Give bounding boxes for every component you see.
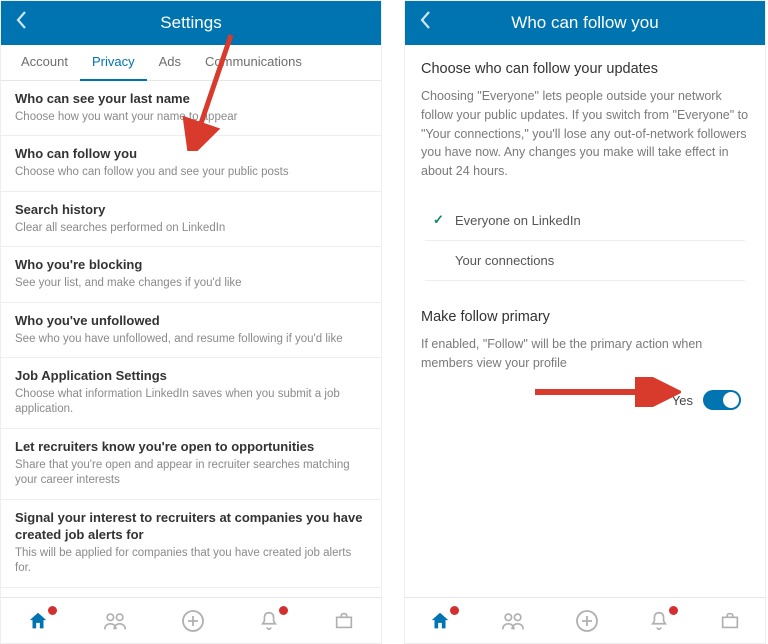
toggle-knob xyxy=(723,392,739,408)
follow-options: ✓ Everyone on LinkedIn ✓ Your connection… xyxy=(425,201,745,281)
detail-title: Who can follow you xyxy=(405,13,765,33)
setting-item-job-app[interactable]: Job Application Settings Choose what inf… xyxy=(1,358,381,429)
settings-title: Settings xyxy=(1,13,381,33)
setting-item-last-name[interactable]: Who can see your last name Choose how yo… xyxy=(1,81,381,136)
setting-desc: Choose who can follow you and see your p… xyxy=(15,165,367,181)
settings-screen: Settings Account Privacy Ads Communicati… xyxy=(0,0,382,644)
setting-desc: Choose what information LinkedIn saves w… xyxy=(15,387,367,418)
follow-primary-toggle[interactable] xyxy=(703,390,741,410)
setting-item-share-on-apply[interactable]: Sharing your profile when you click appl… xyxy=(1,588,381,597)
setting-item-blocking[interactable]: Who you're blocking See your list, and m… xyxy=(1,247,381,302)
section-primary-title: Make follow primary xyxy=(421,309,749,325)
back-chevron-icon[interactable] xyxy=(15,10,27,36)
back-chevron-icon[interactable] xyxy=(419,10,431,36)
badge-icon xyxy=(48,606,57,615)
option-everyone[interactable]: ✓ Everyone on LinkedIn xyxy=(425,201,745,241)
nav-network[interactable] xyxy=(500,610,526,632)
toggle-label: Yes xyxy=(672,393,693,408)
settings-header: Settings xyxy=(1,1,381,45)
nav-notifications[interactable] xyxy=(648,610,670,632)
setting-title: Job Application Settings xyxy=(15,368,367,385)
setting-title: Who can follow you xyxy=(15,146,367,163)
nav-post[interactable] xyxy=(181,609,205,633)
setting-item-unfollowed[interactable]: Who you've unfollowed See who you have u… xyxy=(1,303,381,358)
setting-item-open-to-opps[interactable]: Let recruiters know you're open to oppor… xyxy=(1,429,381,500)
section-primary-text: If enabled, "Follow" will be the primary… xyxy=(421,335,749,373)
option-label: Your connections xyxy=(455,253,554,268)
nav-home[interactable] xyxy=(27,610,49,632)
who-can-follow-screen: Who can follow you Choose who can follow… xyxy=(404,0,766,644)
badge-icon xyxy=(450,606,459,615)
setting-desc: Clear all searches performed on LinkedIn xyxy=(15,221,367,237)
setting-item-signal-interest[interactable]: Signal your interest to recruiters at co… xyxy=(1,500,381,588)
setting-title: Signal your interest to recruiters at co… xyxy=(15,510,367,544)
setting-title: Who you're blocking xyxy=(15,257,367,274)
tab-privacy[interactable]: Privacy xyxy=(80,45,147,81)
setting-title: Who you've unfollowed xyxy=(15,313,367,330)
tab-communications[interactable]: Communications xyxy=(193,45,314,81)
setting-item-follow[interactable]: Who can follow you Choose who can follow… xyxy=(1,136,381,191)
tab-ads[interactable]: Ads xyxy=(147,45,193,81)
section-choose-text: Choosing "Everyone" lets people outside … xyxy=(421,87,749,181)
nav-jobs[interactable] xyxy=(333,610,355,632)
setting-title: Search history xyxy=(15,202,367,219)
bottom-nav xyxy=(1,597,381,643)
nav-post[interactable] xyxy=(575,609,599,633)
nav-network[interactable] xyxy=(102,610,128,632)
nav-jobs[interactable] xyxy=(719,610,741,632)
detail-header: Who can follow you xyxy=(405,1,765,45)
setting-desc: See your list, and make changes if you'd… xyxy=(15,276,367,292)
option-label: Everyone on LinkedIn xyxy=(455,213,581,228)
setting-title: Let recruiters know you're open to oppor… xyxy=(15,439,367,456)
tab-account[interactable]: Account xyxy=(9,45,80,81)
setting-item-search-history[interactable]: Search history Clear all searches perfor… xyxy=(1,192,381,247)
privacy-settings-list: Who can see your last name Choose how yo… xyxy=(1,81,381,597)
nav-home[interactable] xyxy=(429,610,451,632)
setting-desc: Choose how you want your name to appear xyxy=(15,110,367,126)
setting-desc: This will be applied for companies that … xyxy=(15,546,367,577)
setting-title: Who can see your last name xyxy=(15,91,367,108)
follow-primary-toggle-row: Yes xyxy=(421,390,749,410)
option-connections[interactable]: ✓ Your connections xyxy=(425,241,745,281)
detail-content: Choose who can follow your updates Choos… xyxy=(405,45,765,410)
badge-icon xyxy=(279,606,288,615)
nav-notifications[interactable] xyxy=(258,610,280,632)
settings-tabs: Account Privacy Ads Communications xyxy=(1,45,381,81)
badge-icon xyxy=(669,606,678,615)
bottom-nav xyxy=(405,597,765,643)
setting-desc: See who you have unfollowed, and resume … xyxy=(15,332,367,348)
setting-desc: Share that you're open and appear in rec… xyxy=(15,458,367,489)
checkmark-icon: ✓ xyxy=(433,212,455,228)
section-choose-title: Choose who can follow your updates xyxy=(421,61,749,77)
